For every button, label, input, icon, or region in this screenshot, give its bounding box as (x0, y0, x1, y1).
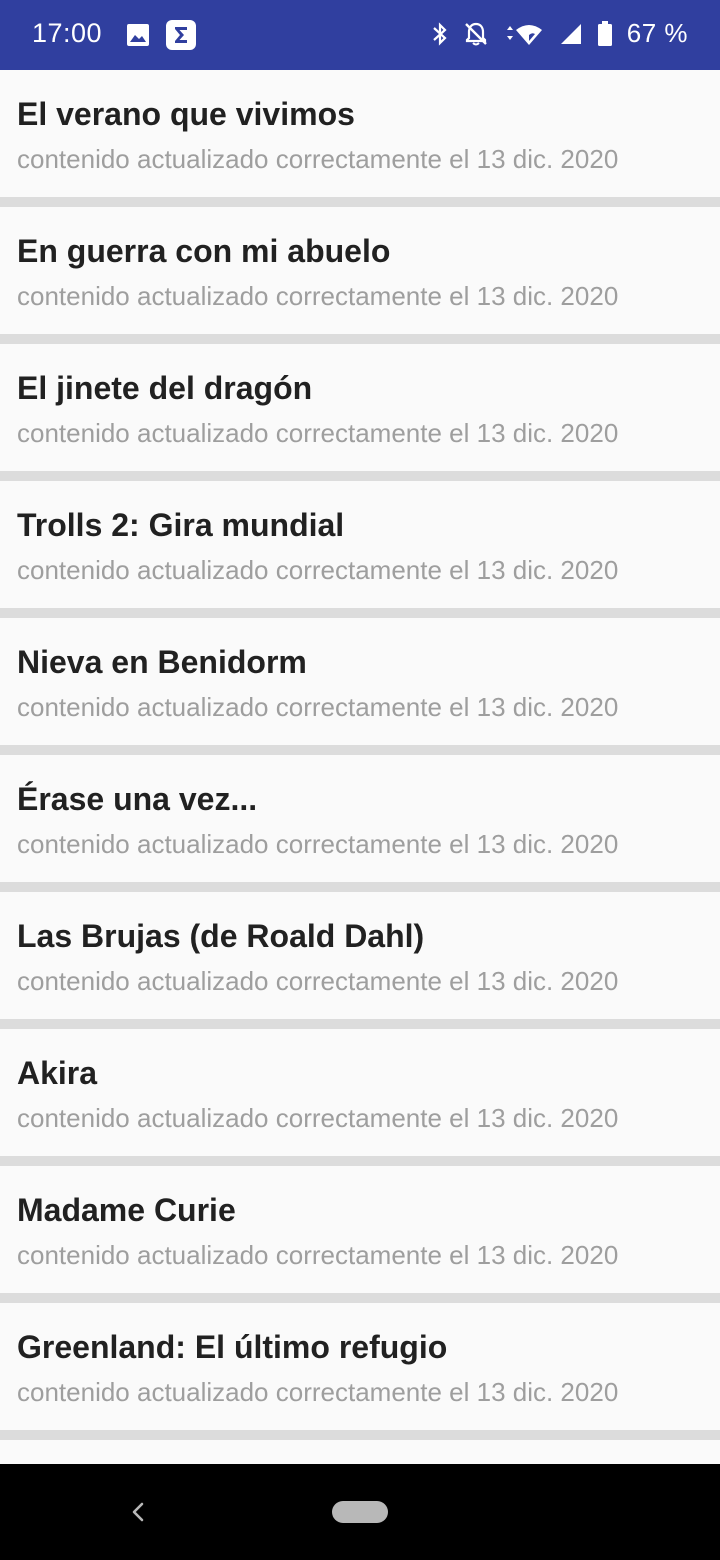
item-status: contenido actualizado correctamente el 1… (17, 966, 619, 996)
signal-icon (559, 22, 583, 46)
item-title: Greenland: El último refugio (17, 1329, 448, 1365)
item-status: contenido actualizado correctamente el 1… (17, 1103, 619, 1133)
battery-percentage: 67 % (626, 18, 688, 48)
item-title: Akira (17, 1055, 98, 1091)
bluetooth-icon (431, 21, 449, 47)
list-item[interactable]: Trolls 2: Gira mundial contenido actuali… (0, 481, 720, 608)
list-item[interactable]: El verano que vivimos contenido actualiz… (0, 70, 720, 197)
item-title: En guerra con mi abuelo (17, 233, 391, 269)
battery-icon (597, 20, 613, 47)
status-time: 17:00 (32, 18, 103, 48)
navigation-bar (0, 1464, 720, 1560)
status-right-icons: 67 % (431, 18, 688, 49)
list-item[interactable]: Akira contenido actualizado correctament… (0, 1029, 720, 1156)
list-item[interactable]: Madame Curie contenido actualizado corre… (0, 1166, 720, 1293)
item-status: contenido actualizado correctamente el 1… (17, 418, 619, 448)
item-title: Érase una vez... (17, 781, 258, 817)
item-title: El verano que vivimos (17, 96, 355, 132)
sigma-app-icon (166, 20, 196, 50)
item-title: Madame Curie (17, 1192, 236, 1228)
content-list: El verano que vivimos contenido actualiz… (0, 70, 720, 1464)
item-title: El jinete del dragón (17, 370, 313, 406)
item-status: contenido actualizado correctamente el 1… (17, 1240, 619, 1270)
list-item[interactable]: Érase una vez... contenido actualizado c… (0, 755, 720, 882)
item-status: contenido actualizado correctamente el 1… (17, 144, 619, 174)
home-pill-icon[interactable] (332, 1501, 388, 1523)
notifications-off-icon (463, 21, 489, 47)
list-item[interactable]: Nieva en Benidorm contenido actualizado … (0, 618, 720, 745)
item-title: Nieva en Benidorm (17, 644, 307, 680)
image-icon (126, 23, 150, 47)
list-item[interactable]: Greenland: El último refugio contenido a… (0, 1303, 720, 1430)
wifi-icon (503, 21, 545, 47)
item-status: contenido actualizado correctamente el 1… (17, 555, 619, 585)
status-bar: 17:00 67 % (0, 0, 720, 70)
item-title: Las Brujas (de Roald Dahl) (17, 918, 425, 954)
item-status: contenido actualizado correctamente el 1… (17, 692, 619, 722)
list-item[interactable]: El jinete del dragón contenido actualiza… (0, 344, 720, 471)
back-icon[interactable] (126, 1498, 150, 1531)
list-item[interactable]: Las Brujas (de Roald Dahl) contenido act… (0, 892, 720, 1019)
status-left-icons (126, 20, 196, 50)
item-status: contenido actualizado correctamente el 1… (17, 1377, 619, 1407)
item-status: contenido actualizado correctamente el 1… (17, 281, 619, 311)
item-status: contenido actualizado correctamente el 1… (17, 829, 619, 859)
list-item[interactable]: En guerra con mi abuelo contenido actual… (0, 207, 720, 334)
item-title: Trolls 2: Gira mundial (17, 507, 345, 543)
list-item-partial[interactable] (0, 1440, 720, 1464)
